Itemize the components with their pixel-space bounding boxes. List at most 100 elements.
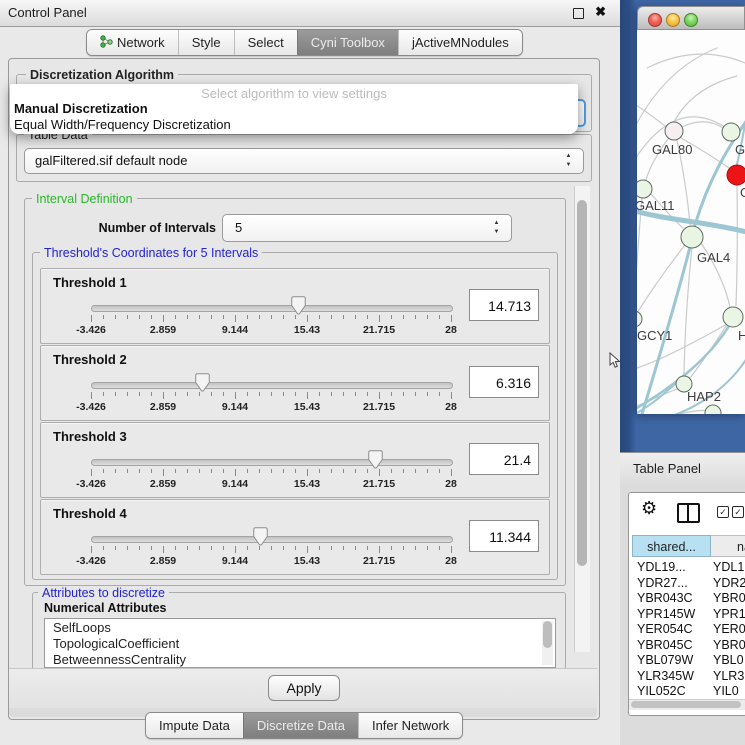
threshold-value-field[interactable]: 14.713 bbox=[469, 289, 539, 321]
dropdown-option-manual-discretization[interactable]: Manual Discretization bbox=[14, 101, 574, 117]
threshold-slider-thumb[interactable] bbox=[291, 296, 306, 315]
tab-cyni-toolbox[interactable]: Cyni Toolbox bbox=[297, 30, 398, 55]
slider-tick bbox=[331, 315, 332, 319]
slider-tick-label: 28 bbox=[419, 555, 483, 567]
network-node-h[interactable] bbox=[723, 307, 743, 327]
network-node[interactable] bbox=[705, 405, 721, 414]
slider-tick-label: 9.144 bbox=[203, 401, 267, 413]
slider-tick bbox=[139, 469, 140, 473]
table-row[interactable]: YBL079WYBL0 bbox=[632, 653, 745, 669]
threshold-slider-track[interactable] bbox=[91, 305, 453, 312]
tab-select[interactable]: Select bbox=[234, 30, 297, 55]
slider-tick bbox=[163, 546, 164, 553]
network-node-label: GA bbox=[735, 142, 745, 157]
table-row[interactable]: YDL19...YDL1 bbox=[632, 560, 745, 576]
slider-tick-label: -3.426 bbox=[59, 324, 123, 336]
slider-tick bbox=[391, 469, 392, 473]
slider-tick bbox=[139, 315, 140, 319]
slider-tick bbox=[163, 315, 164, 322]
checkbox-icon[interactable]: ✓ bbox=[717, 506, 729, 518]
slider-tick bbox=[91, 469, 92, 476]
slider-tick bbox=[379, 392, 380, 399]
table-data-combo[interactable]: galFiltered.sif default node ▲▼ bbox=[24, 148, 584, 174]
number-of-intervals-spinner[interactable]: 5 ▲▼ bbox=[222, 214, 512, 242]
tab-infer-network[interactable]: Infer Network bbox=[358, 713, 462, 738]
cell-name: YDR2 bbox=[713, 576, 745, 590]
column-header-shared-name[interactable]: shared... bbox=[632, 535, 711, 557]
threshold-value-field[interactable]: 6.316 bbox=[469, 366, 539, 398]
slider-tick bbox=[331, 392, 332, 396]
table-row[interactable]: YIL052CYIL0 bbox=[632, 684, 745, 700]
attributes-list-scrollbar[interactable] bbox=[542, 621, 553, 665]
threshold-slider-track[interactable] bbox=[91, 536, 453, 543]
threshold-value-field[interactable]: 21.4 bbox=[469, 443, 539, 475]
table-row[interactable]: YER054CYER0 bbox=[632, 622, 745, 638]
network-canvas[interactable]: GAL80GAGGAL11GAL4GCY1HHAP2 bbox=[637, 30, 745, 414]
numerical-attributes-list[interactable]: SelfLoopsTopologicalCoefficientBetweenne… bbox=[44, 618, 556, 668]
slider-tick bbox=[103, 469, 104, 473]
threshold-slider-thumb[interactable] bbox=[195, 373, 210, 392]
column-header-name[interactable]: na bbox=[711, 535, 745, 557]
attribute-list-item[interactable]: TopologicalCoefficient bbox=[45, 636, 555, 652]
network-node-gcy1[interactable] bbox=[637, 311, 642, 327]
close-traffic-light-icon[interactable] bbox=[648, 13, 662, 27]
tab-style[interactable]: Style bbox=[178, 30, 234, 55]
slider-tick bbox=[307, 469, 308, 476]
slider-tick bbox=[403, 315, 404, 319]
threshold-slider-thumb[interactable] bbox=[368, 450, 383, 469]
threshold-slider-track[interactable] bbox=[91, 382, 453, 389]
network-node-gal4[interactable] bbox=[681, 226, 703, 248]
cell-shared-name: YBR045C bbox=[637, 638, 693, 652]
table-horizontal-scrollbar[interactable] bbox=[629, 699, 745, 710]
zoom-traffic-light-icon[interactable] bbox=[684, 13, 698, 27]
settings-scrollbar[interactable] bbox=[574, 186, 590, 652]
tab-label: Infer Network bbox=[372, 718, 449, 733]
table-row[interactable]: YBR045CYBR0 bbox=[632, 638, 745, 654]
checkbox-icon[interactable]: ✓ bbox=[732, 506, 744, 518]
dropdown-option-equal-width-frequency-discretization[interactable]: Equal Width/Frequency Discretization bbox=[14, 117, 574, 133]
slider-tick-label: 28 bbox=[419, 324, 483, 336]
slider-tick bbox=[187, 392, 188, 396]
close-icon[interactable]: ✖ bbox=[595, 4, 606, 20]
tab-jactivemnodules[interactable]: jActiveMNodules bbox=[398, 30, 522, 55]
table-row[interactable]: YPR145WYPR1 bbox=[632, 607, 745, 623]
tab-label: jActiveMNodules bbox=[412, 35, 509, 50]
number-of-intervals-label: Number of Intervals bbox=[40, 221, 216, 235]
tab-network[interactable]: Network bbox=[87, 30, 178, 55]
table-row[interactable]: YBR043CYBR0 bbox=[632, 591, 745, 607]
control-panel-title: Control Panel bbox=[8, 0, 87, 26]
network-window-titlebar[interactable] bbox=[637, 6, 745, 30]
attribute-list-item[interactable]: SelfLoops bbox=[45, 620, 555, 636]
slider-tick bbox=[295, 392, 296, 396]
slider-tick bbox=[139, 392, 140, 396]
slider-tick bbox=[319, 315, 320, 319]
table-row[interactable]: YLR345WYLR3 bbox=[632, 669, 745, 685]
threshold-value-field[interactable]: 11.344 bbox=[469, 520, 539, 552]
attribute-list-item[interactable]: BetweennessCentrality bbox=[45, 652, 555, 668]
network-node-gal11[interactable] bbox=[637, 180, 652, 198]
tab-discretize-data[interactable]: Discretize Data bbox=[243, 713, 358, 738]
attributes-list-scrollbar-thumb[interactable] bbox=[543, 621, 552, 648]
slider-tick bbox=[283, 315, 284, 319]
gear-icon[interactable]: ⚙ bbox=[641, 498, 657, 519]
threshold-slider-track[interactable] bbox=[91, 459, 453, 466]
slider-tick bbox=[151, 546, 152, 550]
network-node-ga[interactable] bbox=[722, 123, 740, 141]
slider-tick bbox=[199, 315, 200, 319]
table-row[interactable]: YDR27...YDR2 bbox=[632, 576, 745, 592]
slider-tick bbox=[439, 315, 440, 319]
slider-tick bbox=[235, 315, 236, 322]
settings-scrollbar-thumb[interactable] bbox=[577, 200, 587, 566]
float-window-icon[interactable] bbox=[573, 8, 584, 19]
minimize-traffic-light-icon[interactable] bbox=[666, 13, 680, 27]
threshold-slider-thumb[interactable] bbox=[253, 527, 268, 546]
network-node-gal80[interactable] bbox=[665, 122, 683, 140]
apply-button[interactable]: Apply bbox=[268, 675, 340, 701]
slider-tick bbox=[163, 469, 164, 476]
column-layout-icon[interactable] bbox=[677, 503, 700, 523]
table-hscrollbar-thumb[interactable] bbox=[631, 701, 741, 708]
tab-impute-data[interactable]: Impute Data bbox=[146, 713, 243, 738]
network-node-g[interactable] bbox=[727, 165, 745, 185]
slider-tick bbox=[415, 392, 416, 396]
cell-shared-name: YPR145W bbox=[637, 607, 695, 621]
